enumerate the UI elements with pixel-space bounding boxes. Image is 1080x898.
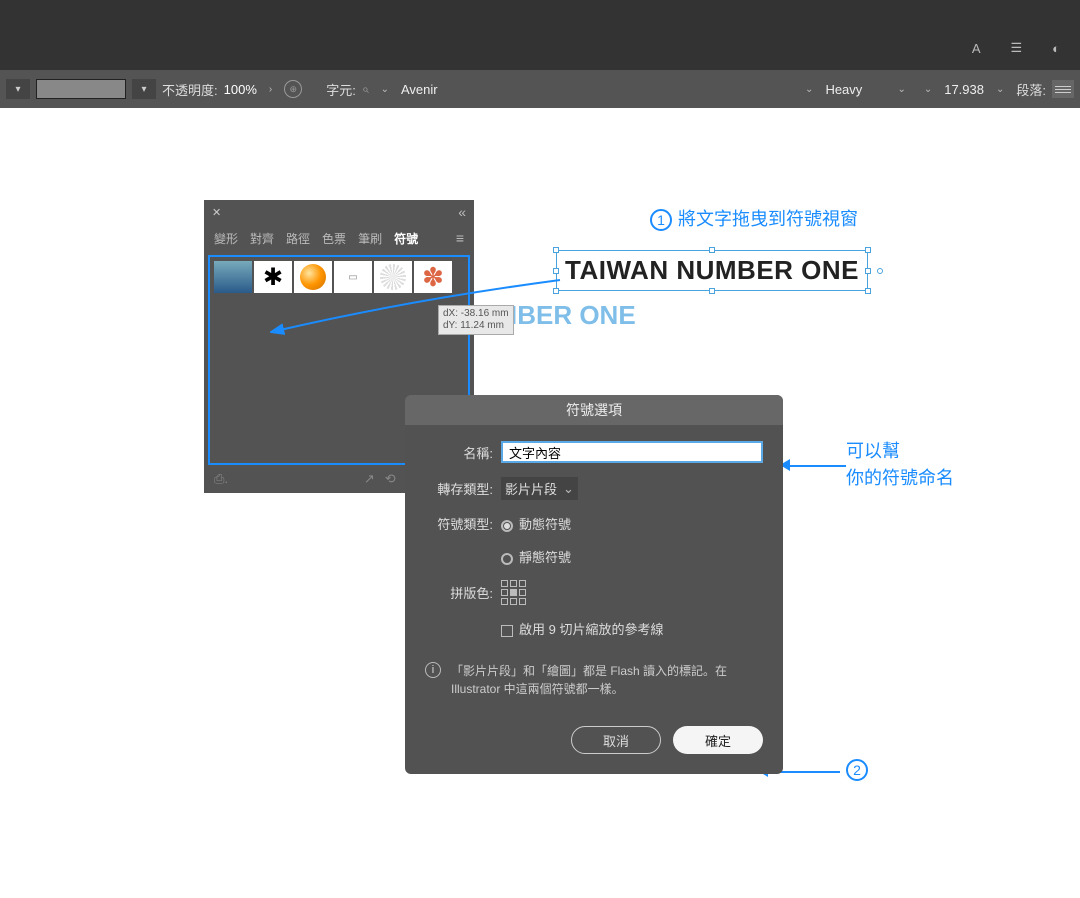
drag-dy: dY: 11.24 mm bbox=[443, 320, 509, 332]
opacity-value[interactable]: 100% bbox=[224, 82, 257, 97]
annotation-1: 1將文字拖曳到符號視窗 bbox=[650, 205, 858, 231]
collapse-icon[interactable]: « bbox=[458, 204, 466, 220]
drag-dx: dX: -38.16 mm bbox=[443, 308, 509, 320]
size-drop-l[interactable]: ⌄ bbox=[924, 84, 932, 95]
handle-tm[interactable] bbox=[709, 247, 715, 253]
info-text: 「影片片段」和「繪圖」都是 Flash 讀入的標記。在 Illustrator … bbox=[451, 662, 763, 698]
tab-transform[interactable]: 變形 bbox=[214, 230, 238, 247]
panel-menu-icon[interactable]: ≡ bbox=[456, 230, 464, 247]
annotation-2-line bbox=[790, 465, 846, 467]
annotation-3: 2 bbox=[846, 759, 874, 781]
opacity-arrow[interactable]: › bbox=[263, 84, 278, 95]
size-drop-r[interactable]: ⌄ bbox=[996, 84, 1004, 95]
opacity-label: 不透明度: bbox=[162, 80, 218, 99]
export-type-label: 轉存類型: bbox=[425, 479, 493, 498]
app-topbar: A ☰ ◐ bbox=[0, 0, 1080, 70]
symbol-inkblot[interactable] bbox=[254, 261, 292, 293]
cancel-button[interactable]: 取消 bbox=[571, 726, 661, 754]
font-family-input[interactable] bbox=[401, 82, 561, 97]
tab-swatches[interactable]: 色票 bbox=[322, 230, 346, 247]
symbol-libraries-icon[interactable]: ⎙. bbox=[214, 471, 228, 487]
radio-static[interactable]: 靜態符號 bbox=[501, 547, 571, 566]
symbol-frame[interactable]: ▭ bbox=[334, 261, 372, 293]
handle-tr[interactable] bbox=[865, 247, 871, 253]
slice-checkbox[interactable]: 啟用 9 切片縮放的參考線 bbox=[501, 619, 663, 638]
name-input[interactable] bbox=[501, 441, 763, 463]
name-label: 名稱: bbox=[425, 443, 493, 462]
font-drop-icon[interactable]: ⌄ bbox=[381, 84, 389, 95]
symbol-orange-sphere[interactable] bbox=[294, 261, 332, 293]
handle-bl[interactable] bbox=[553, 288, 559, 294]
close-icon[interactable]: ✕ bbox=[212, 206, 221, 219]
tab-brushes[interactable]: 筆刷 bbox=[358, 230, 382, 247]
step-2-badge: 2 bbox=[846, 759, 868, 781]
character-panel-icon[interactable]: A bbox=[972, 41, 981, 56]
fill-swatch[interactable] bbox=[36, 79, 126, 99]
dialog-title: 符號選項 bbox=[405, 395, 783, 425]
search-icon[interactable]: ⌕ bbox=[362, 82, 369, 97]
symbol-type-label: 符號類型: bbox=[425, 514, 493, 533]
handle-bm[interactable] bbox=[709, 288, 715, 294]
ok-button[interactable]: 確定 bbox=[673, 726, 763, 754]
symbol-flower[interactable] bbox=[414, 261, 452, 293]
fill-swatch-dropdown[interactable]: ▾ bbox=[6, 79, 30, 99]
handle-br[interactable] bbox=[865, 288, 871, 294]
radio-dynamic[interactable]: 動態符號 bbox=[501, 514, 571, 533]
opentype-panel-icon[interactable]: ◐ bbox=[1052, 41, 1060, 56]
paragraph-label: 段落: bbox=[1016, 80, 1046, 99]
font-drop2[interactable]: ⌄ bbox=[805, 84, 813, 95]
paragraph-panel-icon[interactable]: ☰ bbox=[1010, 40, 1022, 56]
symbol-gradient[interactable] bbox=[214, 261, 252, 293]
symbol-radial[interactable] bbox=[374, 261, 412, 293]
break-link-icon[interactable]: ⟲ bbox=[385, 471, 396, 487]
panel-tabs: 變形 對齊 路徑 色票 筆刷 符號 ≡ bbox=[204, 224, 474, 255]
registration-label: 拼版色: bbox=[425, 583, 493, 602]
drag-tooltip: dX: -38.16 mm dY: 11.24 mm bbox=[438, 305, 514, 335]
stroke-dropdown[interactable]: ▾ bbox=[132, 79, 156, 99]
align-icon[interactable] bbox=[1052, 80, 1074, 98]
tab-pathfinder[interactable]: 路徑 bbox=[286, 230, 310, 247]
text-object[interactable]: TAIWAN NUMBER ONE bbox=[556, 250, 868, 291]
character-label: 字元: bbox=[326, 80, 356, 99]
font-weight[interactable]: Heavy bbox=[825, 82, 885, 97]
annotation-2: 可以幫 你的符號命名 bbox=[846, 438, 954, 492]
tab-align[interactable]: 對齊 bbox=[250, 230, 274, 247]
text-content: TAIWAN NUMBER ONE bbox=[565, 255, 859, 285]
export-type-select[interactable]: 影片片段 bbox=[501, 477, 578, 500]
place-symbol-icon[interactable]: ↗ bbox=[364, 471, 375, 487]
registration-grid[interactable] bbox=[501, 580, 526, 605]
text-out-port[interactable] bbox=[877, 268, 883, 274]
handle-ml[interactable] bbox=[553, 268, 559, 274]
info-icon: i bbox=[425, 662, 441, 678]
weight-drop[interactable]: ⌄ bbox=[897, 84, 905, 95]
font-size[interactable]: 17.938 bbox=[944, 82, 984, 97]
symbol-options-dialog: 符號選項 名稱: 轉存類型: 影片片段 符號類型: 動態符號 靜態符號 拼版色:… bbox=[405, 395, 783, 774]
handle-mr[interactable] bbox=[865, 268, 871, 274]
handle-tl[interactable] bbox=[553, 247, 559, 253]
step-1-badge: 1 bbox=[650, 209, 672, 231]
tab-symbols[interactable]: 符號 bbox=[394, 230, 418, 247]
options-bar: ▾ ▾ 不透明度: 100% › ⊕ 字元: ⌕ ⌄ ⌄ Heavy ⌄ ⌄ 1… bbox=[0, 70, 1080, 108]
recolor-icon[interactable]: ⊕ bbox=[284, 80, 302, 98]
